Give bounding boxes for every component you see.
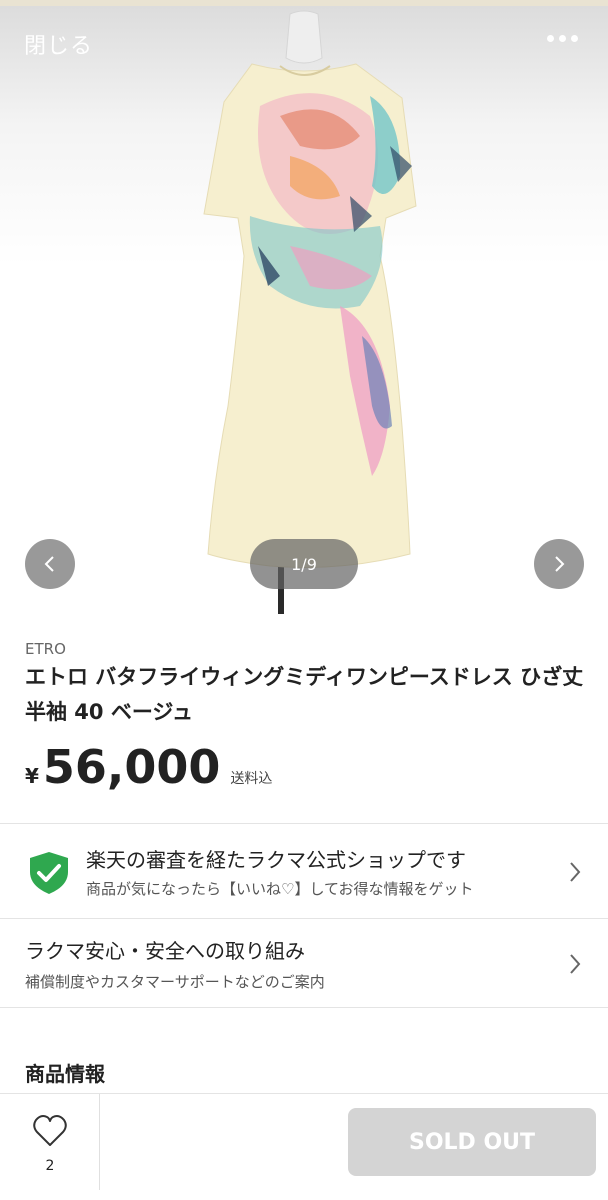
divider	[0, 1007, 608, 1008]
product-image-gallery[interactable]: 閉じる 1/9	[0, 6, 608, 614]
previous-image-button[interactable]	[25, 539, 75, 589]
row-subtitle: 補償制度やカスタマーサポートなどのご案内	[25, 973, 325, 991]
like-count: 2	[45, 1158, 55, 1174]
chevron-right-icon	[570, 954, 581, 974]
section-heading: 商品情報	[25, 1062, 105, 1086]
like-button[interactable]: 2	[0, 1094, 100, 1190]
more-horizontal-icon	[558, 34, 566, 42]
chevron-left-icon	[44, 556, 54, 572]
product-photo	[140, 6, 480, 614]
close-button[interactable]: 閉じる	[24, 28, 93, 60]
price: ¥ 56,000 送料込	[25, 740, 272, 800]
row-title: 楽天の審査を経たラクマ公式ショップです	[86, 848, 466, 872]
shipping-label: 送料込	[230, 771, 273, 787]
heart-icon	[33, 1115, 67, 1146]
safety-info-row[interactable]: ラクマ安心・安全への取り組み 補償制度やカスタマーサポートなどのご案内	[0, 919, 608, 1007]
divider	[99, 1094, 100, 1190]
image-counter: 1/9	[250, 539, 358, 589]
product-title: エトロ バタフライウィングミディワンピースドレス ひざ丈 半袖 40 ベージュ	[25, 665, 584, 724]
more-horizontal-icon	[570, 34, 578, 42]
row-subtitle: 商品が気になったら【いいね♡】してお得な情報をゲット	[86, 880, 474, 898]
price-value: 56,000	[42, 740, 221, 794]
bottom-action-bar: 2 SOLD OUT	[0, 1093, 608, 1200]
shield-check-icon	[30, 852, 68, 894]
chevron-right-icon	[555, 556, 565, 572]
price-currency: ¥	[25, 764, 39, 788]
sold-out-button: SOLD OUT	[348, 1108, 596, 1176]
next-image-button[interactable]	[534, 539, 584, 589]
row-title: ラクマ安心・安全への取り組み	[25, 939, 305, 963]
official-shop-row[interactable]: 楽天の審査を経たラクマ公式ショップです 商品が気になったら【いいね♡】してお得な…	[0, 824, 608, 918]
more-horizontal-icon	[546, 34, 554, 42]
more-options-button[interactable]	[540, 26, 584, 50]
chevron-right-icon	[570, 862, 581, 882]
brand-name[interactable]: ETRO	[25, 640, 66, 658]
